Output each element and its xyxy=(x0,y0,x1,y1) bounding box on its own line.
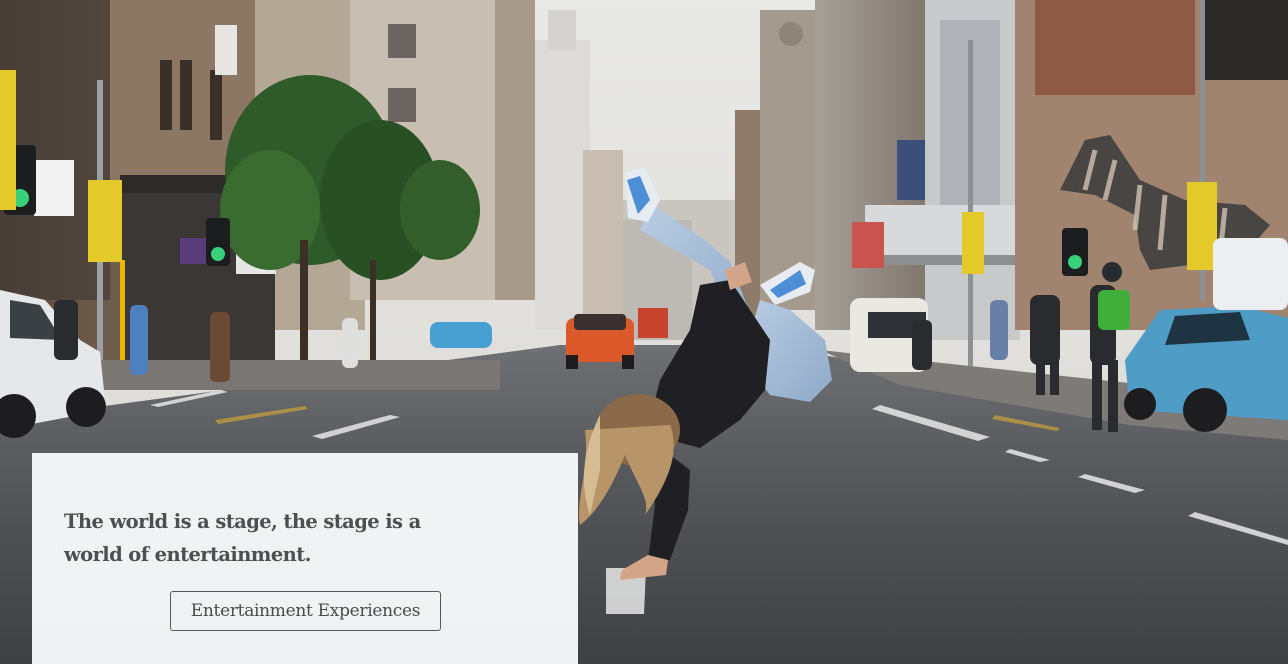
hero-tagline: The world is a stage, the stage is a wor… xyxy=(64,510,421,566)
entertainment-experiences-button[interactable]: Entertainment Experiences xyxy=(170,591,441,631)
hero-banner: The world is a stage, the stage is a wor… xyxy=(0,0,1288,664)
hero-caption-card: The world is a stage, the stage is a wor… xyxy=(32,453,578,664)
